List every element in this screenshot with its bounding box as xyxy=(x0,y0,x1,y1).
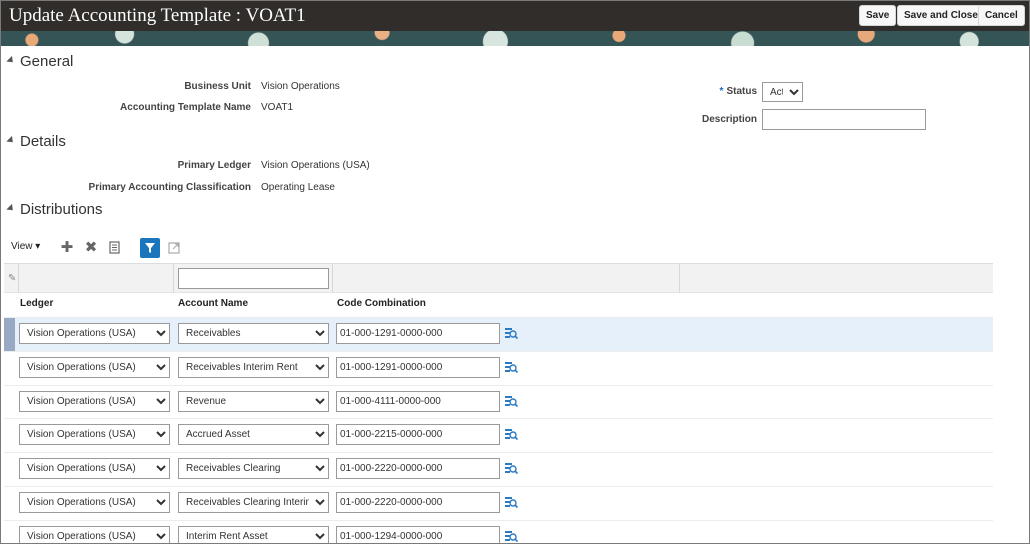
section-distributions[interactable]: Distributions xyxy=(6,201,103,218)
query-by-example-icon[interactable] xyxy=(140,238,160,258)
table-row[interactable]: Vision Operations (USA) Receivables Clear… xyxy=(4,452,993,486)
page-title: Update Accounting Template : VOAT1 xyxy=(9,5,306,26)
ledger-select[interactable]: Vision Operations (USA) xyxy=(19,323,170,344)
section-general-title: General xyxy=(20,53,74,70)
code-combination-input[interactable] xyxy=(336,323,500,344)
classification-value: Operating Lease xyxy=(261,182,335,193)
account-search-icon[interactable] xyxy=(504,461,519,475)
table-toolbar: View ▾ ✚ ✖ xyxy=(11,237,211,259)
table-row[interactable]: Vision Operations (USA) Accrued Asset xyxy=(4,418,993,452)
account-name-select[interactable]: Revenue xyxy=(178,390,329,412)
page-frame: Update Accounting Template : VOAT1 Save … xyxy=(0,0,1030,544)
table-header-row: Ledger Account Name Code Combination xyxy=(4,293,993,317)
column-header-code-combination[interactable]: Code Combination xyxy=(337,298,426,309)
table-row[interactable]: Vision Operations (USA) Interim Rent Asse… xyxy=(4,519,993,543)
code-combination-input[interactable] xyxy=(336,525,500,543)
status-label-text: Status xyxy=(726,86,757,97)
template-name-label: Accounting Template Name xyxy=(120,102,251,113)
status-label: * Status xyxy=(681,86,757,97)
collapse-triangle-icon xyxy=(6,55,16,65)
description-input[interactable] xyxy=(762,109,926,130)
table-row[interactable]: Vision Operations (USA) Receivables Inter… xyxy=(4,350,993,385)
code-combination-input[interactable] xyxy=(336,458,500,480)
table-row[interactable]: Vision Operations (USA) Receivables xyxy=(4,317,993,351)
ledger-select[interactable]: Vision Operations (USA) xyxy=(19,491,170,513)
required-asterisk: * xyxy=(719,86,724,97)
account-name-select[interactable]: Receivables Clearing Interim Rent xyxy=(178,491,329,513)
delete-row-icon[interactable]: ✖ xyxy=(81,238,101,258)
ledger-select[interactable]: Vision Operations (USA) xyxy=(19,424,170,446)
section-details[interactable]: Details xyxy=(6,133,66,150)
code-combination-input[interactable] xyxy=(336,424,500,446)
ledger-select[interactable]: Vision Operations (USA) xyxy=(19,458,170,480)
account-search-icon[interactable] xyxy=(504,529,519,543)
page-header: Update Accounting Template : VOAT1 Save … xyxy=(1,1,1029,31)
description-label: Description xyxy=(701,114,757,125)
primary-ledger-value: Vision Operations (USA) xyxy=(261,160,370,171)
column-divider xyxy=(173,264,174,293)
column-header-ledger[interactable]: Ledger xyxy=(20,298,53,309)
ledger-select[interactable]: Vision Operations (USA) xyxy=(19,525,170,543)
account-search-icon[interactable] xyxy=(504,360,519,374)
export-icon[interactable] xyxy=(105,238,125,258)
account-name-select[interactable]: Interim Rent Asset xyxy=(178,525,329,543)
code-combination-input[interactable] xyxy=(336,491,500,513)
add-row-icon[interactable]: ✚ xyxy=(57,238,77,258)
table-row[interactable]: Vision Operations (USA) Revenue xyxy=(4,384,993,419)
view-menu-label: View xyxy=(11,241,33,252)
account-name-filter-input[interactable] xyxy=(178,268,329,289)
status-select[interactable]: Active xyxy=(762,82,803,102)
account-name-select[interactable]: Receivables xyxy=(178,323,329,344)
code-combination-input[interactable] xyxy=(336,356,500,378)
template-name-value: VOAT1 xyxy=(261,102,294,113)
distributions-table: ✎ Ledger Account Name Code Combination V… xyxy=(4,263,993,543)
section-general[interactable]: General xyxy=(6,53,74,70)
column-divider xyxy=(679,264,680,293)
cancel-button[interactable]: Cancel xyxy=(978,5,1025,26)
decorative-banner xyxy=(1,31,1029,46)
account-name-select[interactable]: Receivables Interim Rent xyxy=(178,356,329,378)
column-divider xyxy=(332,264,333,293)
code-combination-input[interactable] xyxy=(336,390,500,412)
save-and-close-button[interactable]: Save and Close xyxy=(897,5,985,26)
view-menu[interactable]: View ▾ xyxy=(11,241,40,252)
table-row[interactable]: Vision Operations (USA) Receivables Clear… xyxy=(4,485,993,520)
detach-icon[interactable] xyxy=(164,238,184,258)
collapse-triangle-icon xyxy=(6,135,16,145)
collapse-triangle-icon xyxy=(6,203,16,213)
column-header-account-name[interactable]: Account Name xyxy=(178,298,248,309)
filter-edit-icon[interactable]: ✎ xyxy=(8,273,16,284)
account-name-select[interactable]: Accrued Asset xyxy=(178,424,329,446)
section-distributions-title: Distributions xyxy=(20,201,103,218)
ledger-select[interactable]: Vision Operations (USA) xyxy=(19,390,170,412)
business-unit-value: Vision Operations xyxy=(261,81,340,92)
account-name-select[interactable]: Receivables Clearing xyxy=(178,458,329,480)
table-body: Vision Operations (USA)ReceivablesVision… xyxy=(4,317,993,543)
account-search-icon[interactable] xyxy=(504,495,519,509)
row-selection-marker xyxy=(4,318,15,351)
ledger-select[interactable]: Vision Operations (USA) xyxy=(19,356,170,378)
account-search-icon[interactable] xyxy=(504,326,519,340)
filter-row: ✎ xyxy=(4,263,993,293)
account-search-icon[interactable] xyxy=(504,427,519,441)
account-search-icon[interactable] xyxy=(504,394,519,408)
section-details-title: Details xyxy=(20,133,66,150)
column-divider xyxy=(18,264,19,293)
save-button[interactable]: Save xyxy=(859,5,897,26)
classification-label: Primary Accounting Classification xyxy=(88,182,251,193)
primary-ledger-label: Primary Ledger xyxy=(177,160,251,171)
business-unit-label: Business Unit xyxy=(184,81,251,92)
